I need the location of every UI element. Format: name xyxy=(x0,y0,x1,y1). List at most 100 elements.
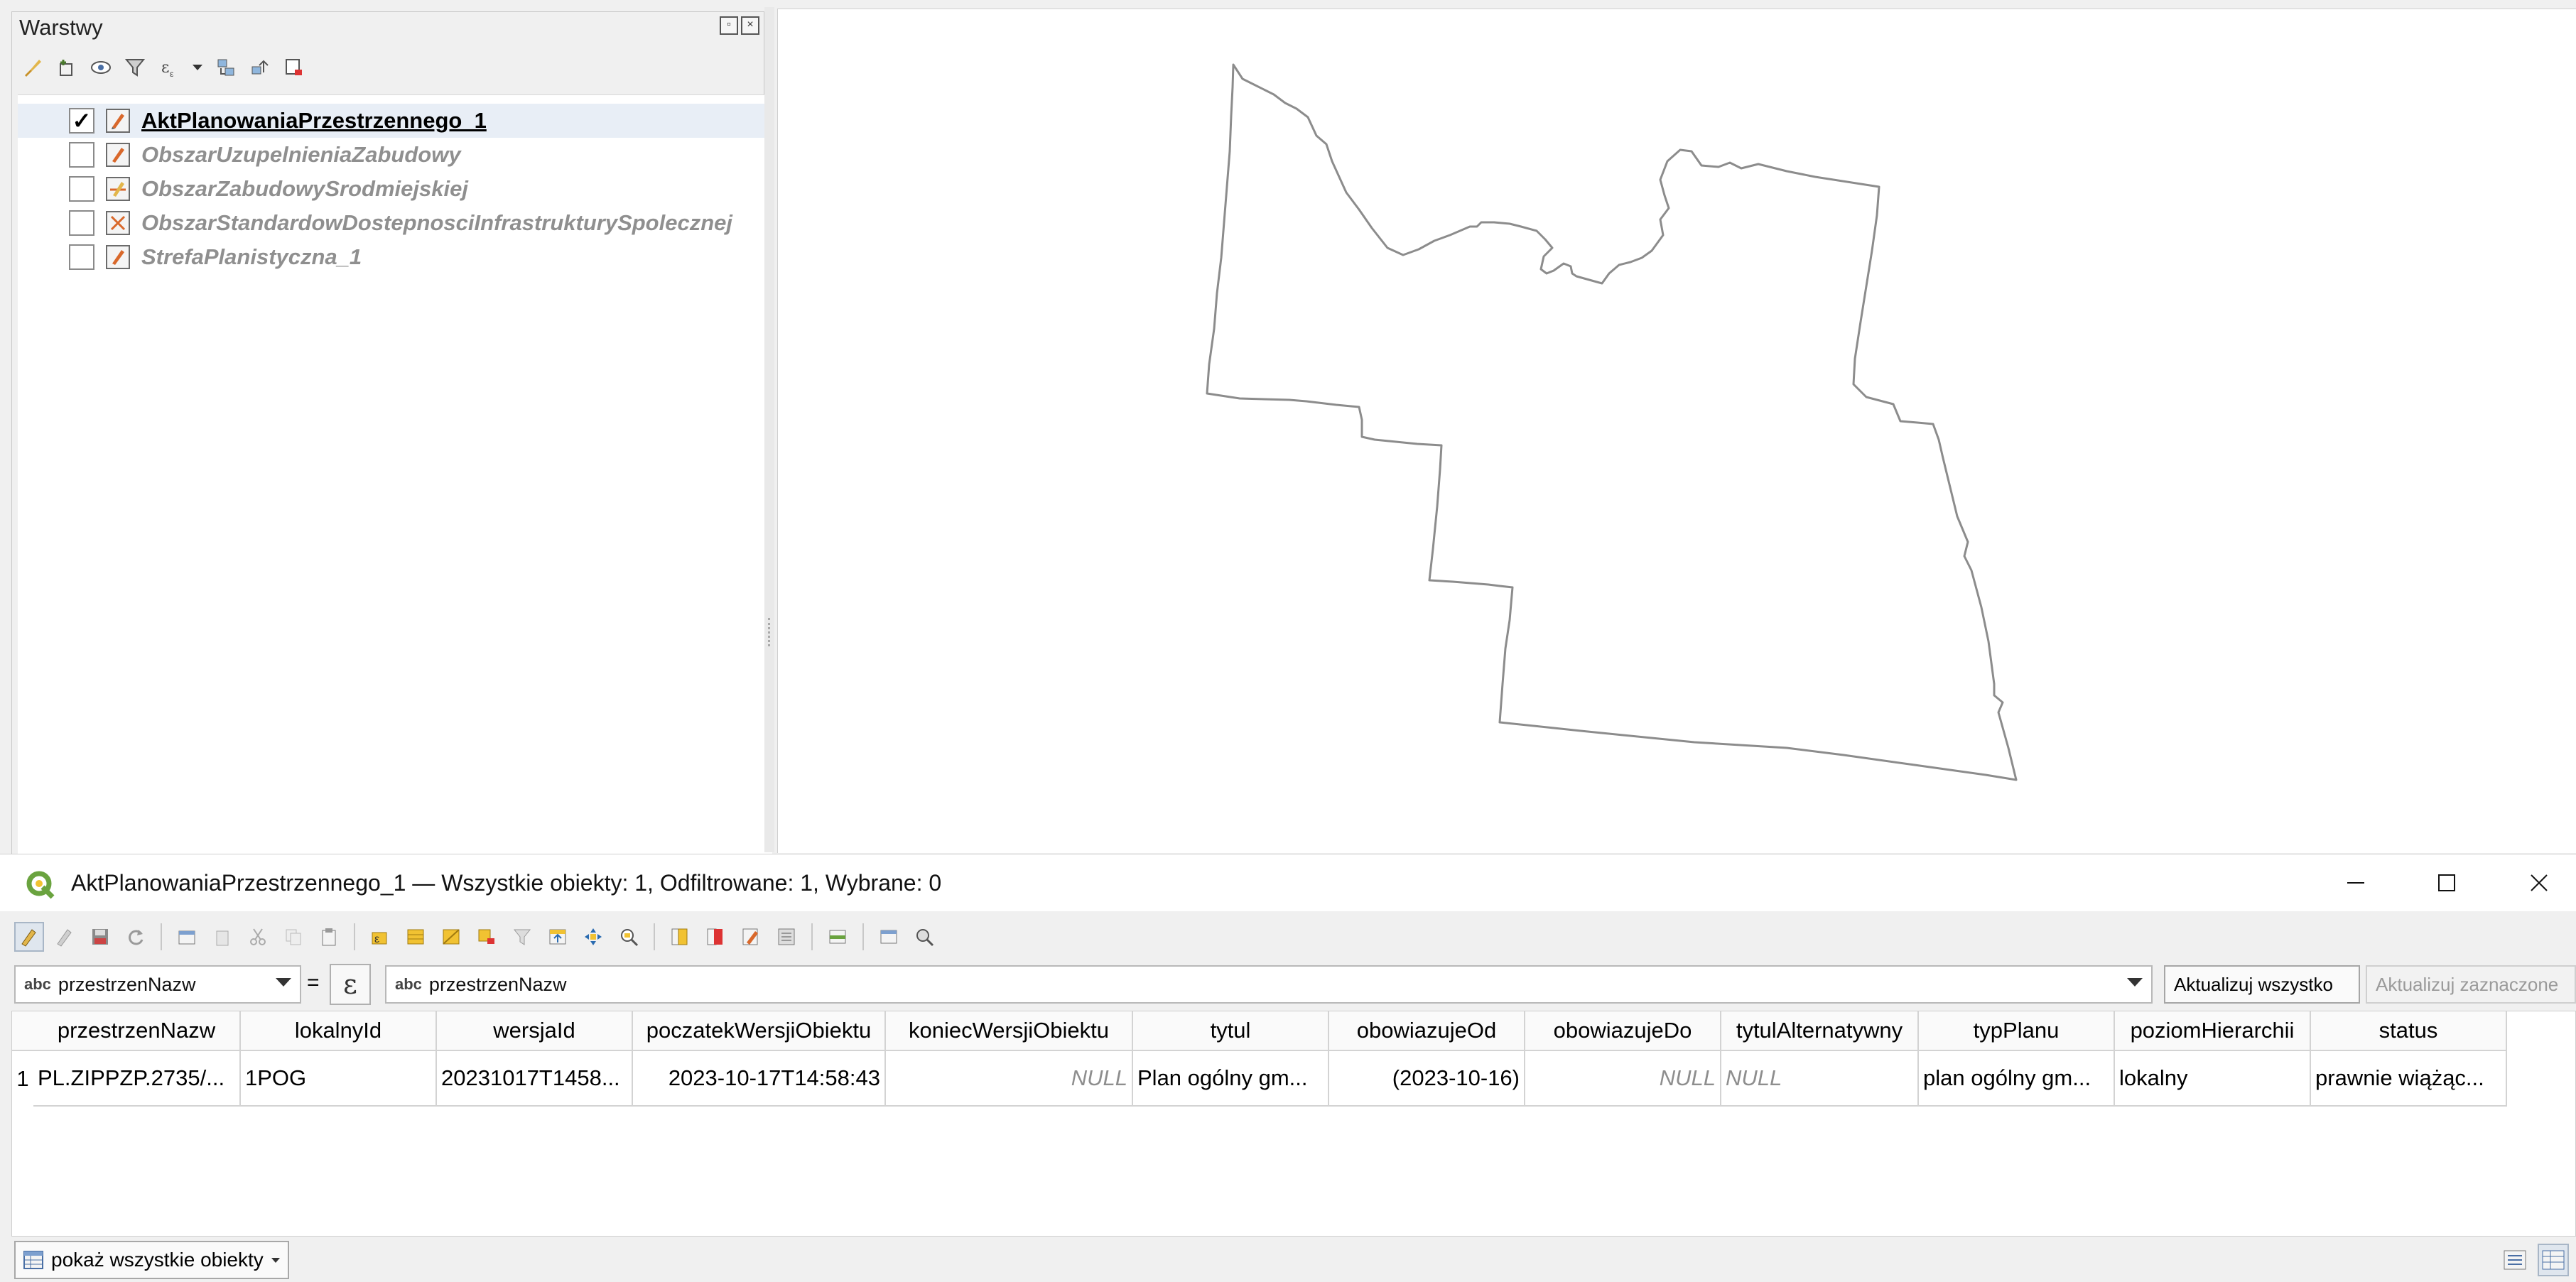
column-header[interactable]: obowiazujeOd xyxy=(1329,1011,1525,1051)
layer-visibility-checkbox[interactable]: ✓ xyxy=(69,108,94,134)
table-cell-null[interactable]: NULL xyxy=(886,1051,1133,1107)
layer-name[interactable]: ObszarZabudowySrodmiejskiej xyxy=(141,176,468,202)
field-calculator-icon[interactable] xyxy=(772,922,801,952)
pan-to-selection-icon[interactable] xyxy=(578,922,608,952)
table-cell[interactable]: 2023-10-17T14:58:43 xyxy=(633,1051,886,1107)
table-view-toggle[interactable] xyxy=(2538,1244,2569,1276)
field-type-badge: abc xyxy=(24,975,51,993)
layer-visibility-checkbox[interactable] xyxy=(69,244,94,270)
polygon-layer-icon xyxy=(106,109,130,133)
layer-name[interactable]: ObszarStandardowDostepnosciInfrastruktur… xyxy=(141,210,732,236)
value-type-badge: abc xyxy=(395,975,422,993)
update-value-input[interactable]: abc przestrzenNazw xyxy=(385,965,2153,1004)
column-header[interactable]: przestrzenNazw xyxy=(33,1011,241,1051)
column-header[interactable]: tytul xyxy=(1133,1011,1329,1051)
add-feature-icon[interactable] xyxy=(172,922,202,952)
layer-name[interactable]: ObszarUzupelnieniaZabudowy xyxy=(141,142,461,168)
paste-icon[interactable] xyxy=(314,922,344,952)
field-calculator-edit-icon[interactable] xyxy=(736,922,766,952)
expand-all-icon[interactable] xyxy=(214,55,238,80)
column-header[interactable]: koniecWersjiObiektu xyxy=(886,1011,1133,1051)
dropdown-arrow-icon[interactable] xyxy=(191,55,204,80)
reload-icon[interactable] xyxy=(121,922,151,952)
collapse-all-icon[interactable] xyxy=(248,55,272,80)
zoom-to-selection-icon[interactable] xyxy=(614,922,644,952)
layer-visibility-checkbox[interactable] xyxy=(69,142,94,168)
layer-visibility-checkbox[interactable] xyxy=(69,210,94,236)
map-canvas[interactable] xyxy=(777,9,2576,853)
table-cell[interactable]: 1POG xyxy=(241,1051,437,1107)
copy-icon[interactable] xyxy=(278,922,308,952)
add-group-icon[interactable] xyxy=(55,55,79,80)
filter-expression-icon[interactable]: εε xyxy=(157,55,181,80)
update-all-button[interactable]: Aktualizuj wszystko xyxy=(2164,965,2360,1004)
column-header[interactable]: status xyxy=(2311,1011,2507,1051)
conditional-formatting-icon[interactable] xyxy=(823,922,853,952)
dock-window-icon[interactable] xyxy=(874,922,904,952)
table-cell[interactable]: prawnie wiążąc... xyxy=(2311,1051,2507,1107)
show-all-label: pokaż wszystkie obiekty xyxy=(51,1249,264,1271)
layer-tree: ✓ AktPlanowaniaPrzestrzennego_1 ObszarUz… xyxy=(18,94,772,868)
layer-item[interactable]: ObszarZabudowySrodmiejskiej xyxy=(18,172,765,206)
deselect-all-icon[interactable] xyxy=(472,922,502,952)
table-cell-null[interactable]: NULL xyxy=(1721,1051,1919,1107)
form-view-toggle[interactable] xyxy=(2499,1244,2531,1276)
panel-title: Warstwy xyxy=(19,15,103,40)
visibility-eye-icon[interactable] xyxy=(89,55,113,80)
table-cell-null[interactable]: NULL xyxy=(1525,1051,1721,1107)
select-all-icon[interactable] xyxy=(401,922,431,952)
layer-name[interactable]: StrefaPlanistyczna_1 xyxy=(141,244,362,270)
cut-icon[interactable] xyxy=(243,922,273,952)
layer-item[interactable]: ✓ AktPlanowaniaPrzestrzennego_1 xyxy=(18,104,765,138)
toolbar-separator xyxy=(354,923,355,950)
layer-item[interactable]: ObszarStandardowDostepnosciInfrastruktur… xyxy=(18,206,765,240)
layer-visibility-checkbox[interactable] xyxy=(69,176,94,202)
panel-splitter-handle[interactable] xyxy=(764,7,774,852)
float-panel-icon[interactable]: ▫ xyxy=(720,16,738,35)
field-select-dropdown[interactable]: abc przestrzenNazw xyxy=(14,965,301,1004)
actions-icon[interactable] xyxy=(909,922,939,952)
row-number[interactable]: 1 xyxy=(12,1051,33,1107)
layer-item[interactable]: StrefaPlanistyczna_1 xyxy=(18,240,765,274)
polygon-layer-icon xyxy=(106,245,130,269)
select-by-expression-icon[interactable]: ε xyxy=(365,922,395,952)
column-header[interactable]: typPlanu xyxy=(1919,1011,2115,1051)
column-header[interactable]: wersjaId xyxy=(437,1011,633,1051)
multi-edit-icon[interactable] xyxy=(50,922,80,952)
style-brush-icon[interactable] xyxy=(21,55,45,80)
column-header[interactable]: poziomHierarchii xyxy=(2115,1011,2311,1051)
invert-selection-icon[interactable] xyxy=(436,922,466,952)
column-header[interactable]: tytulAlternatywny xyxy=(1721,1011,1919,1051)
table-cell[interactable]: (2023-10-16) xyxy=(1329,1051,1525,1107)
toggle-editing-pencil-icon[interactable] xyxy=(14,922,44,952)
attribute-table-window: AktPlanowaniaPrzestrzennego_1 — Wszystki… xyxy=(0,854,2576,1282)
chevron-down-icon[interactable] xyxy=(2127,978,2143,987)
column-header[interactable]: lokalnyId xyxy=(241,1011,437,1051)
update-selected-button[interactable]: Aktualizuj zaznaczone xyxy=(2366,965,2576,1004)
delete-feature-icon[interactable] xyxy=(207,922,237,952)
close-panel-icon[interactable]: × xyxy=(741,16,759,35)
column-header[interactable]: poczatekWersjiObiektu xyxy=(633,1011,886,1051)
close-button[interactable] xyxy=(2518,862,2560,904)
filter-legend-icon[interactable] xyxy=(123,55,147,80)
delete-field-icon[interactable] xyxy=(700,922,730,952)
filter-select-icon[interactable] xyxy=(507,922,537,952)
table-cell[interactable]: lokalny xyxy=(2115,1051,2311,1107)
table-cell[interactable]: PL.ZIPPZP.2735/... xyxy=(33,1051,241,1107)
expression-button[interactable]: ε xyxy=(330,964,371,1005)
move-selection-top-icon[interactable] xyxy=(543,922,573,952)
layer-item[interactable]: ObszarUzupelnieniaZabudowy xyxy=(18,138,765,172)
minimize-button[interactable] xyxy=(2334,862,2377,904)
save-edits-icon[interactable] xyxy=(85,922,115,952)
table-cell[interactable]: plan ogólny gm... xyxy=(1919,1051,2115,1107)
layer-name[interactable]: AktPlanowaniaPrzestrzennego_1 xyxy=(141,108,487,134)
maximize-button[interactable] xyxy=(2425,862,2468,904)
show-all-features-button[interactable]: pokaż wszystkie obiekty xyxy=(14,1241,289,1279)
remove-layer-icon[interactable] xyxy=(282,55,306,80)
table-cell[interactable]: Plan ogólny gm... xyxy=(1133,1051,1329,1107)
window-title-bar[interactable]: AktPlanowaniaPrzestrzennego_1 — Wszystki… xyxy=(0,854,2576,911)
column-header[interactable]: obowiazujeDo xyxy=(1525,1011,1721,1051)
plan-area-polygon[interactable] xyxy=(1206,63,2018,781)
table-cell[interactable]: 20231017T1458... xyxy=(437,1051,633,1107)
new-field-icon[interactable] xyxy=(665,922,695,952)
